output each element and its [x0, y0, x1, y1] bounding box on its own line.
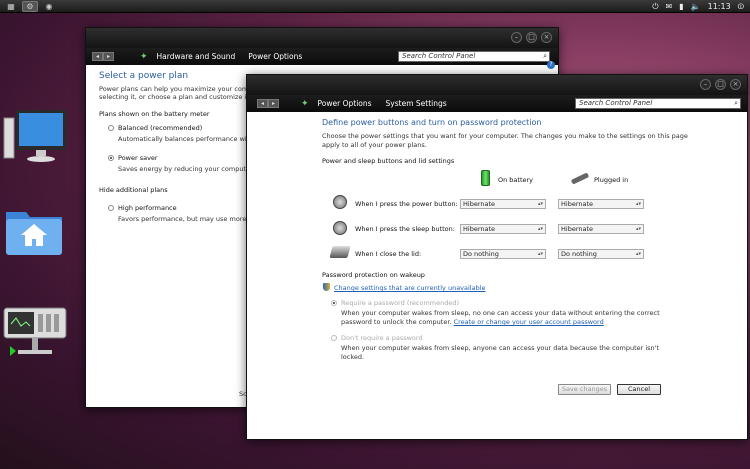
maximize-icon[interactable]: □ — [526, 32, 537, 43]
control-panel-icon: ✦ — [301, 98, 309, 109]
no-password-radio[interactable] — [331, 335, 337, 341]
window-switcher-icon[interactable]: ▦ — [3, 1, 19, 12]
column-on-battery: On battery — [498, 176, 534, 184]
power-saver-radio[interactable] — [108, 155, 114, 161]
battery-icon — [481, 170, 490, 186]
back-arrow-icon[interactable]: ◂ — [92, 52, 103, 61]
sleep-button-plugged-select[interactable]: Hibernate ▴▾ — [558, 224, 644, 234]
power-button-plugged-select[interactable]: Hibernate ▴▾ — [558, 199, 644, 209]
hide-additional-plans[interactable]: Hide additional plans — [99, 186, 168, 194]
balanced-radio[interactable] — [108, 125, 114, 131]
select-arrow-icon: ▴▾ — [537, 251, 543, 257]
help-icon[interactable]: ? — [547, 61, 555, 69]
clock[interactable]: 11:13 — [708, 2, 731, 11]
maximize-icon[interactable]: □ — [715, 79, 726, 90]
breadcrumb-power-options[interactable]: Power Options — [248, 52, 302, 61]
close-lid-battery-select[interactable]: Do nothing ▴▾ — [460, 249, 546, 259]
top-panel: ▦ ⚙ ◉ ⏻ ✉ ▮ 🔈 11:13 ⏼ — [0, 0, 750, 13]
page-heading: Define power buttons and turn on passwor… — [322, 118, 542, 127]
control-panel-icon: ✦ — [140, 51, 148, 62]
close-lid-label: When I close the lid: — [355, 250, 422, 258]
select-arrow-icon: ▴▾ — [635, 201, 641, 207]
address-bar: ◂ ▸ ✦ Power Options System Settings Sear… — [247, 95, 747, 112]
laptop-lid-icon — [329, 246, 351, 258]
network-device-icon[interactable] — [2, 306, 68, 362]
close-lid-plugged-select[interactable]: Do nothing ▴▾ — [558, 249, 644, 259]
select-arrow-icon: ▴▾ — [635, 251, 641, 257]
breadcrumb-system-settings[interactable]: System Settings — [386, 99, 447, 108]
plan-balanced-name[interactable]: Balanced (recommended) — [118, 124, 202, 132]
computer-icon[interactable] — [2, 106, 68, 166]
plan-power-saver-name[interactable]: Power saver — [118, 154, 158, 162]
back-arrow-icon[interactable]: ◂ — [257, 99, 268, 108]
search-input[interactable]: Search Control Panel ⌕ — [575, 98, 741, 109]
change-settings-link[interactable]: Change settings that are currently unava… — [334, 284, 486, 292]
plug-icon — [570, 172, 590, 185]
section-battery-meter: Plans shown on the battery meter — [99, 110, 210, 118]
forward-arrow-icon[interactable]: ▸ — [268, 99, 279, 108]
intro-line-1: Power plans can help you maximize your c… — [99, 85, 264, 93]
require-password-radio[interactable] — [331, 300, 337, 306]
minimize-icon[interactable]: – — [511, 32, 522, 43]
control-panel-task-icon[interactable]: ⚙ — [22, 0, 38, 12]
intro-line-1: Choose the power settings that you want … — [322, 132, 688, 140]
require-password-label: Require a password (recommended) — [341, 299, 460, 307]
cancel-button[interactable]: Cancel — [617, 384, 661, 395]
require-password-desc-2: password to unlock the computer. Create … — [341, 318, 604, 326]
mail-icon[interactable]: ✉ — [666, 2, 673, 11]
shutdown-icon[interactable]: ⏼ — [738, 2, 744, 12]
search-icon[interactable]: ⌕ — [734, 99, 738, 108]
sleep-button-battery-select[interactable]: Hibernate ▴▾ — [460, 224, 546, 234]
network-icon[interactable]: ▮ — [679, 2, 683, 11]
page-title: Select a power plan — [99, 71, 189, 81]
save-changes-button[interactable]: Save changes — [558, 384, 611, 395]
high-performance-radio[interactable] — [108, 205, 114, 211]
section-power-sleep: Power and sleep buttons and lid settings — [322, 157, 455, 165]
globe-task-icon[interactable]: ◉ — [41, 1, 57, 12]
address-bar: ◂ ▸ ✦ Hardware and Sound Power Options S… — [86, 48, 558, 65]
search-input[interactable]: Search Control Panel ⌕ — [398, 51, 550, 62]
volume-icon[interactable]: 🔈 — [691, 2, 701, 11]
intro-line-2: apply to all of your power plans. — [322, 141, 427, 149]
plan-balanced-desc: Automatically balances performance with — [118, 135, 254, 143]
breadcrumb-power-options[interactable]: Power Options — [318, 99, 372, 108]
no-password-label: Don't require a password — [341, 334, 423, 342]
plan-high-performance-name[interactable]: High performance — [118, 204, 177, 212]
power-button-label: When I press the power button: — [355, 200, 458, 208]
sleep-button-label: When I press the sleep button: — [355, 225, 455, 233]
window-titlebar[interactable]: – □ × — [86, 28, 558, 48]
power-icon[interactable]: ⏻ — [652, 2, 658, 12]
section-password-protection: Password protection on wakeup — [322, 271, 425, 279]
sleep-button-icon — [333, 221, 347, 235]
require-password-desc-1: When your computer wakes from sleep, no … — [341, 309, 660, 317]
shield-icon — [323, 283, 330, 291]
home-folder-icon[interactable] — [2, 204, 66, 258]
window-titlebar[interactable]: – □ × — [247, 75, 747, 95]
power-button-battery-select[interactable]: Hibernate ▴▾ — [460, 199, 546, 209]
close-icon[interactable]: × — [541, 32, 552, 43]
select-arrow-icon: ▴▾ — [537, 201, 543, 207]
system-settings-window: – □ × ◂ ▸ ✦ Power Options System Setting… — [246, 74, 748, 440]
minimize-icon[interactable]: – — [700, 79, 711, 90]
no-password-desc-1: When your computer wakes from sleep, any… — [341, 344, 660, 352]
close-icon[interactable]: × — [730, 79, 741, 90]
select-arrow-icon: ▴▾ — [537, 226, 543, 232]
column-plugged-in: Plugged in — [594, 176, 629, 184]
create-password-link[interactable]: Create or change your user account passw… — [454, 318, 604, 326]
plan-power-saver-desc: Saves energy by reducing your computer's — [118, 165, 258, 173]
search-icon[interactable]: ⌕ — [543, 52, 547, 61]
breadcrumb-hardware-and-sound[interactable]: Hardware and Sound — [157, 52, 236, 61]
no-password-desc-2: locked. — [341, 353, 365, 361]
forward-arrow-icon[interactable]: ▸ — [103, 52, 114, 61]
intro-line-2: selecting it, or choose a plan and custo… — [99, 93, 265, 101]
plan-high-performance-desc: Favors performance, but may use more ene — [118, 215, 261, 223]
select-arrow-icon: ▴▾ — [635, 226, 641, 232]
power-button-icon — [333, 195, 347, 209]
system-tray: ⏻ ✉ ▮ 🔈 11:13 ⏼ — [652, 0, 744, 13]
